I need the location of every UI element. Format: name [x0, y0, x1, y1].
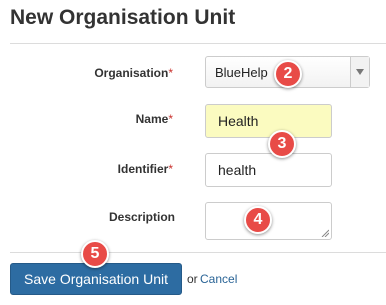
required-mark: * [168, 112, 173, 126]
name-label-text: Name [135, 112, 169, 126]
identifier-label-text: Identifier [117, 162, 169, 176]
annotation-badge-2: 2 [274, 60, 302, 88]
organisation-label: Organisation* [3, 66, 173, 80]
name-label: Name* [3, 112, 173, 126]
dropdown-arrow-icon[interactable] [350, 57, 369, 87]
annotation-badge-5: 5 [81, 240, 109, 268]
description-label: Description [108, 210, 175, 224]
organisation-label-text: Organisation [94, 66, 169, 80]
identifier-input[interactable]: health [205, 153, 332, 187]
annotation-badge-4: 4 [244, 206, 272, 234]
annotation-badge-3: 3 [268, 130, 296, 158]
cancel-link[interactable]: Cancel [200, 272, 237, 286]
identifier-label: Identifier* [3, 162, 173, 176]
resize-grip-icon[interactable] [321, 229, 329, 237]
required-mark: * [168, 162, 173, 176]
or-text: or [187, 272, 198, 286]
required-mark: * [168, 66, 173, 80]
name-input[interactable]: Health [205, 104, 332, 138]
title-divider [10, 43, 386, 44]
organisation-selected-value: BlueHelp [215, 65, 268, 80]
page-title: New Organisation Unit [10, 6, 236, 29]
actions-divider [10, 252, 386, 253]
